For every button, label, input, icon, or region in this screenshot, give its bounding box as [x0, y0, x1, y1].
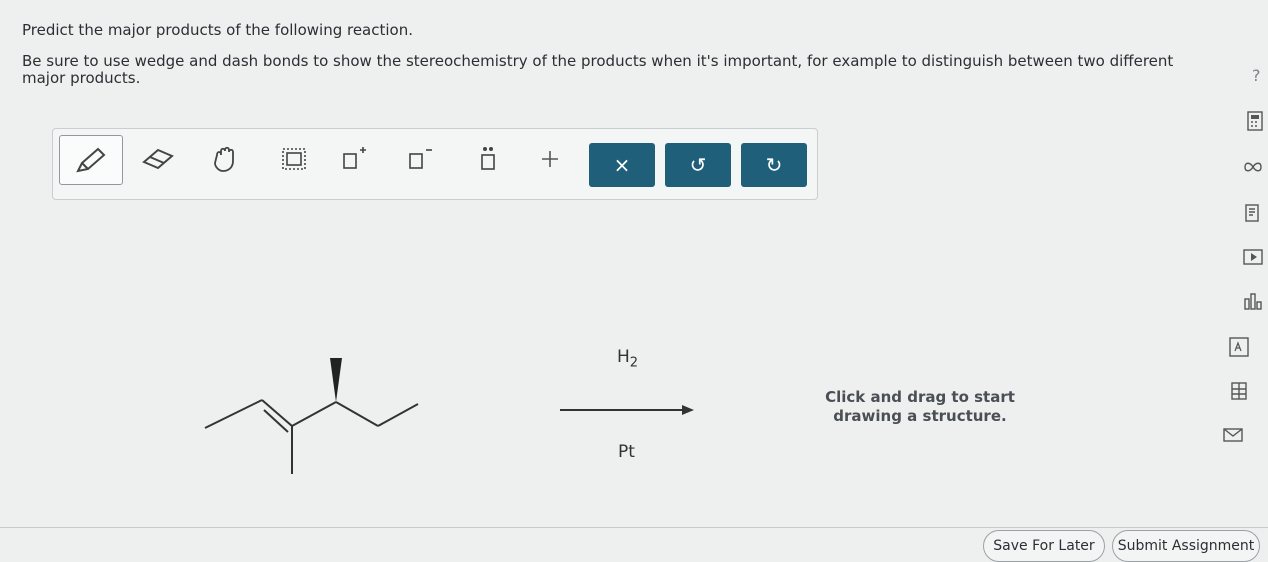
charge-plus-icon: [343, 147, 366, 169]
reagent-top: H2: [617, 347, 638, 370]
play-icon[interactable]: [1242, 246, 1264, 268]
select-box-tool[interactable]: [263, 135, 325, 183]
periodic-table-icon[interactable]: [1228, 336, 1250, 358]
reagent-subscript: 2: [629, 355, 639, 371]
canvas-hint[interactable]: Click and drag to start drawing a struct…: [805, 388, 1035, 426]
charge-minus-tool[interactable]: [389, 135, 451, 183]
catalyst-label: Pt: [618, 442, 635, 462]
notes-icon[interactable]: [1242, 202, 1264, 224]
pencil-icon: [76, 147, 106, 173]
plus-tool[interactable]: [519, 135, 581, 183]
reaction-arrow: [560, 405, 694, 415]
infinity-icon[interactable]: [1242, 156, 1264, 178]
calculator-icon[interactable]: [1244, 110, 1266, 132]
undo-button[interactable]: ↺: [665, 143, 731, 187]
plus-icon: [542, 151, 558, 167]
reagent-h: H: [617, 347, 630, 367]
hand-tool[interactable]: [195, 135, 257, 183]
clear-button[interactable]: ×: [589, 143, 655, 187]
redo-button[interactable]: ↻: [741, 143, 807, 187]
mail-icon[interactable]: [1222, 424, 1244, 446]
instruction-text: Be sure to use wedge and dash bonds to s…: [22, 52, 1174, 87]
question-text: Predict the major products of the follow…: [22, 21, 413, 39]
chart-icon[interactable]: [1242, 290, 1264, 312]
eraser-icon: [142, 148, 174, 170]
help-icon[interactable]: ?: [1252, 66, 1261, 85]
wedge-bond: [330, 358, 342, 402]
footer-divider: [0, 527, 1268, 528]
hint-line-2: drawing a structure.: [833, 407, 1007, 425]
grid-icon[interactable]: [1228, 380, 1250, 402]
drawing-toolbar: × ↺ ↻: [52, 128, 818, 200]
question-prompt: Predict the major products of the follow…: [22, 22, 1207, 101]
lone-pair-icon: [481, 147, 495, 170]
eraser-tool[interactable]: [127, 135, 189, 183]
pencil-tool[interactable]: [59, 135, 123, 185]
hint-line-1: Click and drag to start: [825, 388, 1015, 406]
hand-icon: [214, 146, 234, 172]
lone-pair-tool[interactable]: [457, 135, 519, 183]
submit-assignment-button[interactable]: Submit Assignment: [1112, 530, 1260, 562]
charge-plus-tool[interactable]: [323, 135, 385, 183]
reactant-structure: [204, 358, 419, 474]
select-box-icon: [282, 148, 306, 170]
charge-minus-icon: [409, 149, 432, 169]
save-for-later-button[interactable]: Save For Later: [983, 530, 1105, 562]
